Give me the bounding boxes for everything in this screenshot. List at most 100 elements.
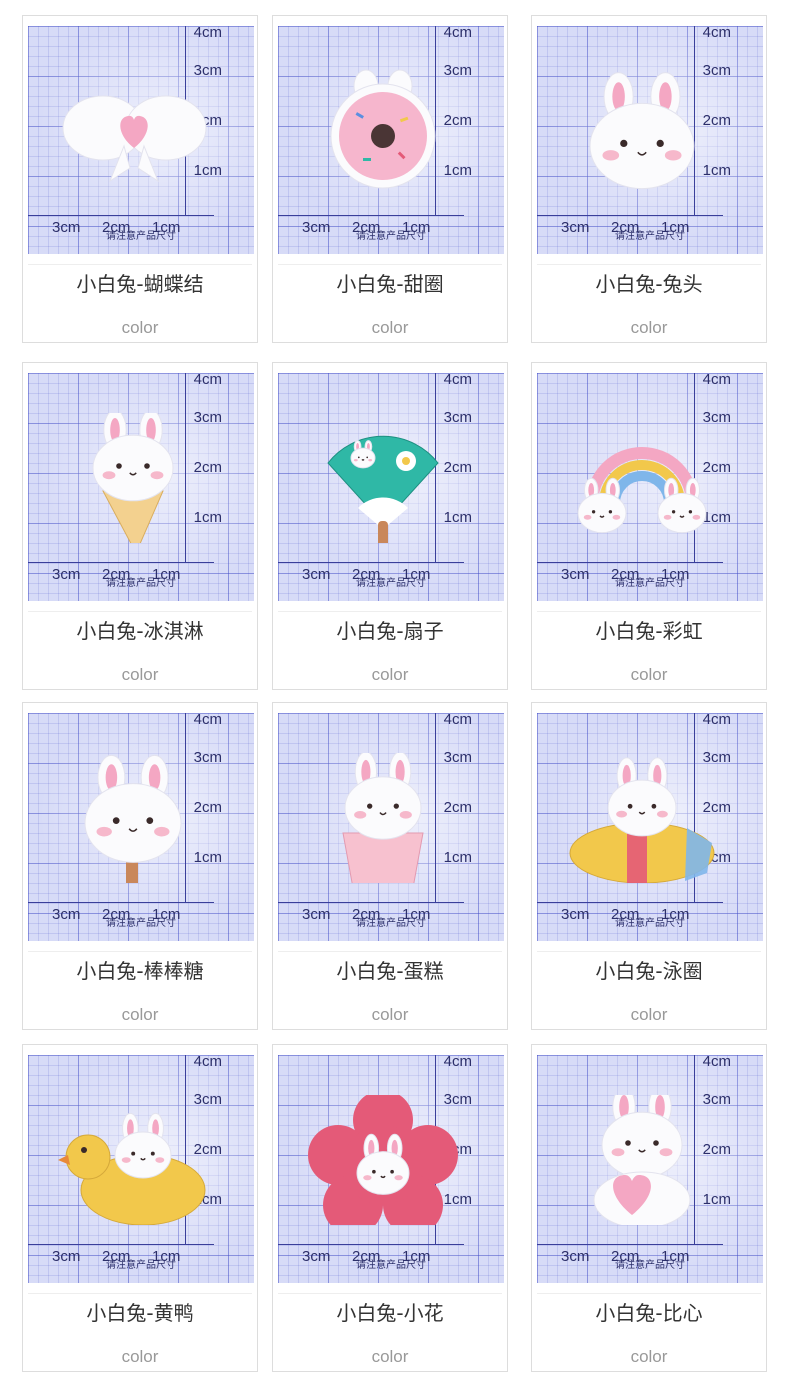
ruler-label: 4cm <box>702 1055 731 1070</box>
divider <box>28 1293 252 1294</box>
cupcake-figure <box>342 753 424 883</box>
product-photo[interactable]: 4cm 3cm 2cm 1cm 3cm 2cm 1cm 请注意产品尺寸 <box>537 373 763 601</box>
product-name[interactable]: 小白兔-扇子 <box>313 619 467 643</box>
product-photo[interactable]: 4cm 3cm 2cm 1cm 3cm 2cm 1cm 请注意产品尺寸 <box>28 373 254 601</box>
size-note: 请注意产品尺寸 <box>356 918 426 929</box>
ruler-label: 4cm <box>443 373 472 388</box>
horizontal-ruler <box>537 1244 723 1245</box>
product-grid: 4cm 3cm 2cm 1cm 3cm 2cm 1cm 请注意产品尺寸 小白兔-… <box>0 0 790 1395</box>
divider <box>278 611 502 612</box>
horizontal-ruler <box>278 1244 464 1245</box>
size-note: 请注意产品尺寸 <box>615 1260 685 1271</box>
product-option-label: color <box>121 1005 159 1024</box>
divider <box>28 264 252 265</box>
product-photo[interactable]: 4cm 3cm 2cm 1cm 3cm 2cm 1cm 请注意产品尺寸 <box>28 1055 254 1283</box>
size-note: 请注意产品尺寸 <box>356 1260 426 1271</box>
bow-figure <box>62 95 207 183</box>
product-name[interactable]: 小白兔-甜圈 <box>313 272 467 296</box>
size-note: 请注意产品尺寸 <box>356 578 426 589</box>
product-photo[interactable]: 4cm 3cm 2cm 1cm 3cm 2cm 1cm 请注意产品尺寸 <box>278 373 504 601</box>
horizontal-ruler <box>278 902 464 903</box>
product-name[interactable]: 小白兔-兔头 <box>572 272 726 296</box>
product-name[interactable]: 小白兔-棒棒糖 <box>63 959 217 983</box>
ruler-label: 4cm <box>443 26 472 41</box>
size-note: 请注意产品尺寸 <box>615 578 685 589</box>
fan-figure <box>327 435 439 543</box>
swim-ring-figure <box>569 757 715 883</box>
horizontal-ruler <box>537 902 723 903</box>
horizontal-ruler <box>28 902 214 903</box>
product-card[interactable]: 4cm 3cm 2cm 1cm 3cm 2cm 1cm 请注意产品尺寸 小白兔-… <box>531 702 767 1030</box>
rainbow-figure <box>577 447 707 534</box>
ruler-label: 4cm <box>193 713 222 728</box>
ice-cream-figure <box>92 413 174 543</box>
ruler-label: 4cm <box>193 26 222 41</box>
size-note: 请注意产品尺寸 <box>106 578 176 589</box>
product-option-label: color <box>630 1005 668 1024</box>
product-option-label: color <box>121 665 159 684</box>
product-card[interactable]: 4cm 3cm 2cm 1cm 3cm 2cm 1cm 请注意产品尺寸 小白兔-… <box>272 15 508 343</box>
ruler-label: 4cm <box>702 373 731 388</box>
product-photo[interactable]: 4cm 3cm 2cm 1cm 3cm 2cm 1cm 请注意产品尺寸 <box>278 26 504 254</box>
product-photo[interactable]: 4cm 3cm 2cm 1cm 3cm 2cm 1cm 请注意产品尺寸 <box>28 26 254 254</box>
ruler-label: 4cm <box>702 713 731 728</box>
ruler-label: 4cm <box>443 713 472 728</box>
product-option-label: color <box>121 1347 159 1366</box>
product-option-label: color <box>630 665 668 684</box>
donut-figure <box>330 69 436 189</box>
product-option-label: color <box>371 1347 409 1366</box>
size-note: 请注意产品尺寸 <box>106 918 176 929</box>
product-name[interactable]: 小白兔-黄鸭 <box>63 1301 217 1325</box>
product-card[interactable]: 4cm 3cm 2cm 1cm 3cm 2cm 1cm 请注意产品尺寸 小白兔-… <box>22 702 258 1030</box>
horizontal-ruler <box>28 562 214 563</box>
product-name[interactable]: 小白兔-蛋糕 <box>313 959 467 983</box>
product-option-label: color <box>371 318 409 337</box>
horizontal-ruler <box>537 562 723 563</box>
product-photo[interactable]: 4cm 3cm 2cm 1cm 3cm 2cm 1cm 请注意产品尺寸 <box>537 26 763 254</box>
product-photo[interactable]: 4cm 3cm 2cm 1cm 3cm 2cm 1cm 请注意产品尺寸 <box>28 713 254 941</box>
product-card[interactable]: 4cm 3cm 2cm 1cm 3cm 2cm 1cm 请注意产品尺寸 小白兔-… <box>22 1044 258 1372</box>
product-name[interactable]: 小白兔-彩虹 <box>572 619 726 643</box>
product-photo[interactable]: 4cm 3cm 2cm 1cm 3cm 2cm 1cm 请注意产品尺寸 <box>278 713 504 941</box>
product-name[interactable]: 小白兔-小花 <box>313 1301 467 1325</box>
product-photo[interactable]: 4cm 3cm 2cm 1cm 3cm 2cm 1cm 请注意产品尺寸 <box>537 713 763 941</box>
product-card[interactable]: 4cm 3cm 2cm 1cm 3cm 2cm 1cm 请注意产品尺寸 小白兔-… <box>22 362 258 690</box>
product-name[interactable]: 小白兔-冰淇淋 <box>63 619 217 643</box>
horizontal-ruler <box>537 215 723 216</box>
product-card[interactable]: 4cm 3cm 2cm 1cm 3cm 2cm 1cm 请注意产品尺寸 小白兔-… <box>22 15 258 343</box>
product-option-label: color <box>371 1005 409 1024</box>
ruler-label: 4cm <box>193 373 222 388</box>
product-name[interactable]: 小白兔-泳圈 <box>572 959 726 983</box>
horizontal-ruler <box>28 215 214 216</box>
product-card[interactable]: 4cm 3cm 2cm 1cm 3cm 2cm 1cm 请注意产品尺寸 小白兔-… <box>272 362 508 690</box>
horizontal-ruler <box>278 562 464 563</box>
product-card[interactable]: 4cm 3cm 2cm 1cm 3cm 2cm 1cm 请注意产品尺寸 小白兔-… <box>272 702 508 1030</box>
size-note: 请注意产品尺寸 <box>356 231 426 242</box>
horizontal-ruler <box>28 1244 214 1245</box>
product-card[interactable]: 4cm 3cm 2cm 1cm 3cm 2cm 1cm 请注意产品尺寸 小白兔-… <box>531 362 767 690</box>
size-note: 请注意产品尺寸 <box>615 918 685 929</box>
divider <box>537 1293 761 1294</box>
divider <box>278 264 502 265</box>
product-photo[interactable]: 4cm 3cm 2cm 1cm 3cm 2cm 1cm 请注意产品尺寸 <box>278 1055 504 1283</box>
product-name[interactable]: 小白兔-比心 <box>572 1301 726 1325</box>
duck-figure <box>58 1112 206 1225</box>
product-option-label: color <box>121 318 159 337</box>
product-name[interactable]: 小白兔-蝴蝶结 <box>63 272 217 296</box>
divider <box>28 951 252 952</box>
product-card[interactable]: 4cm 3cm 2cm 1cm 3cm 2cm 1cm 请注意产品尺寸 小白兔-… <box>531 1044 767 1372</box>
product-photo[interactable]: 4cm 3cm 2cm 1cm 3cm 2cm 1cm 请注意产品尺寸 <box>537 1055 763 1283</box>
product-option-label: color <box>371 665 409 684</box>
size-note: 请注意产品尺寸 <box>615 231 685 242</box>
ruler-label: 4cm <box>443 1055 472 1070</box>
lollipop-figure <box>84 754 182 883</box>
divider <box>537 611 761 612</box>
product-card[interactable]: 4cm 3cm 2cm 1cm 3cm 2cm 1cm 请注意产品尺寸 小白兔-… <box>272 1044 508 1372</box>
product-option-label: color <box>630 318 668 337</box>
product-card[interactable]: 4cm 3cm 2cm 1cm 3cm 2cm 1cm 请注意产品尺寸 小白兔-… <box>531 15 767 343</box>
product-option-label: color <box>630 1347 668 1366</box>
divider <box>278 1293 502 1294</box>
horizontal-ruler <box>278 215 464 216</box>
flower-figure <box>308 1095 458 1225</box>
divider <box>537 264 761 265</box>
